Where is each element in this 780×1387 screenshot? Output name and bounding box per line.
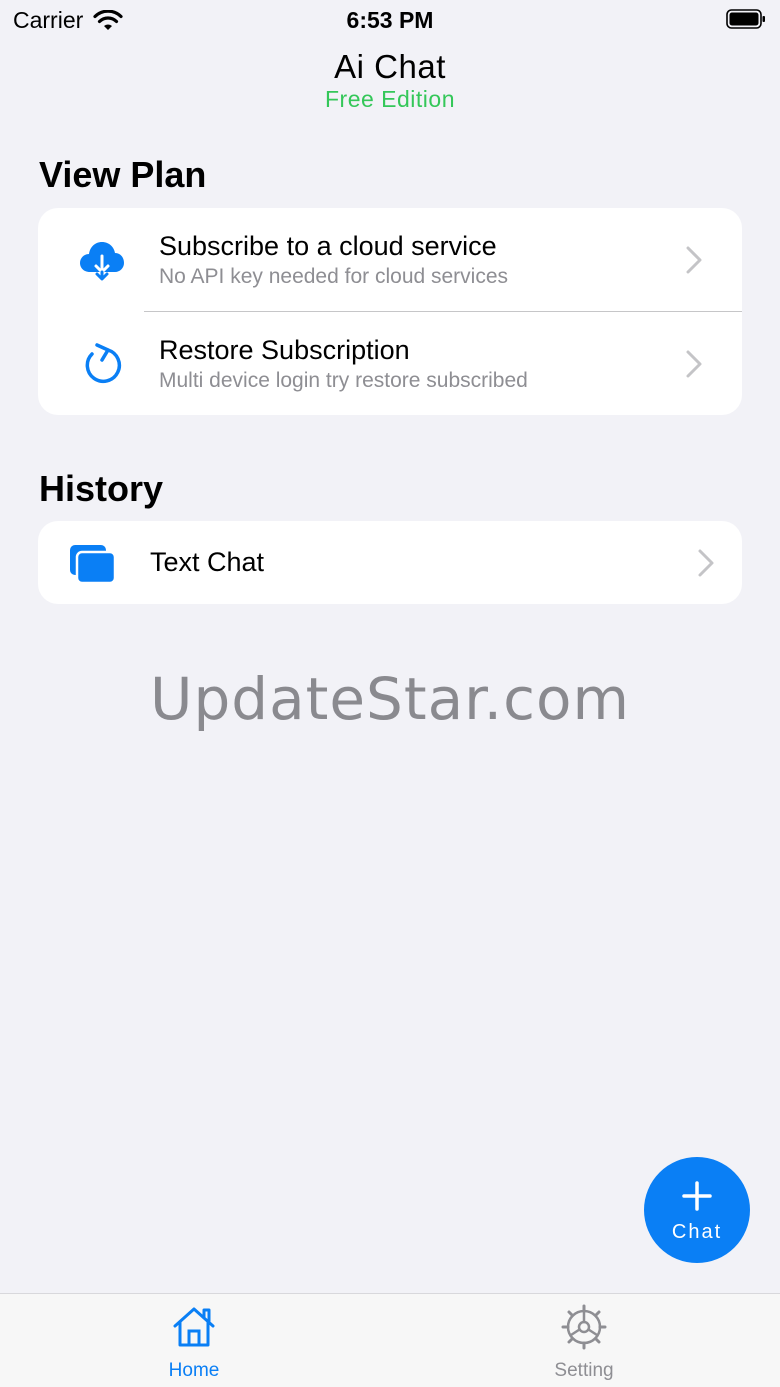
tab-setting-label: Setting xyxy=(554,1360,614,1381)
subscribe-cloud-title: Subscribe to a cloud service xyxy=(159,231,497,261)
battery-icon xyxy=(726,9,765,29)
history-card: Text Chat xyxy=(38,521,742,604)
status-bar: Carrier 6:53 PM xyxy=(0,0,780,40)
restore-subscription-title: Restore Subscription xyxy=(159,335,410,365)
chevron-right-icon xyxy=(686,350,702,377)
edition-label: Free Edition xyxy=(324,86,455,112)
refresh-icon xyxy=(85,342,122,383)
text-chat-title: Text Chat xyxy=(150,547,265,577)
page-title: Ai Chat xyxy=(334,48,446,85)
cloud-download-icon xyxy=(80,242,124,281)
tab-setting[interactable]: Setting xyxy=(484,1302,684,1382)
restore-subscription-subtitle: Multi device login try restore subscribe… xyxy=(159,369,528,392)
new-chat-label: Chat xyxy=(671,1221,723,1243)
chevron-right-icon xyxy=(698,549,714,576)
gear-icon xyxy=(561,1304,607,1350)
new-chat-button[interactable]: Chat xyxy=(644,1157,750,1263)
screen: Carrier 6:53 PM Ai Chat Free Edition Vie… xyxy=(0,0,780,1387)
subscribe-cloud-row[interactable]: Subscribe to a cloud service No API key … xyxy=(38,208,742,312)
subscribe-cloud-subtitle: No API key needed for cloud services xyxy=(159,265,509,288)
chat-windows-icon xyxy=(70,544,116,584)
status-time: 6:53 PM xyxy=(346,7,434,33)
home-icon xyxy=(173,1307,215,1347)
view-plan-card: Subscribe to a cloud service No API key … xyxy=(38,208,742,415)
tab-bar: Home Setting xyxy=(0,1293,780,1387)
view-plan-heading: View Plan xyxy=(39,154,207,195)
tab-home[interactable]: Home xyxy=(94,1302,294,1382)
chevron-right-icon xyxy=(686,246,702,274)
plus-icon xyxy=(682,1181,712,1211)
tab-home-label: Home xyxy=(168,1360,220,1381)
restore-subscription-row[interactable]: Restore Subscription Multi device login … xyxy=(38,312,742,415)
text-chat-row[interactable]: Text Chat xyxy=(38,521,742,604)
history-heading: History xyxy=(39,468,164,509)
watermark-text: UpdateStar.com xyxy=(150,665,630,733)
